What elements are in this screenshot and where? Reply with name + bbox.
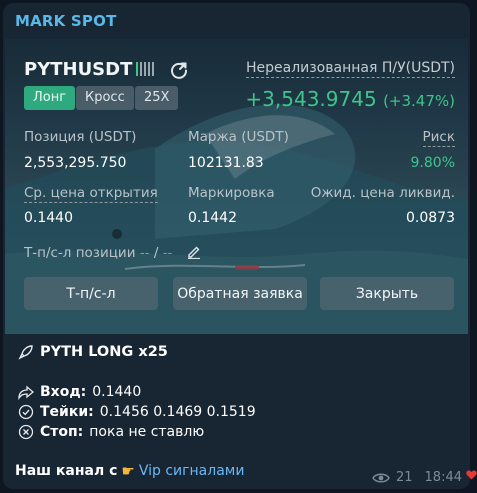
pnl-amount: +3,543.9745 xyxy=(245,87,377,111)
tpsl-status: Т-п/с-л позиции -- / -- xyxy=(24,245,172,261)
takes-label: Тейки: xyxy=(40,404,94,420)
sl-value: -- xyxy=(162,245,173,261)
mark-price-label: Маркировка xyxy=(188,185,275,201)
tp-value: -- xyxy=(139,245,150,261)
tpsl-label: Т-п/с-л позиции xyxy=(24,245,136,261)
reverse-order-button[interactable]: Обратная заявка xyxy=(173,277,307,310)
side-tag: Лонг xyxy=(24,86,76,110)
heart-icon[interactable] xyxy=(466,470,477,480)
message-text: PYTH LONG x25 Вход: 0.1440 Тейки: 0.1456… xyxy=(3,334,470,489)
trading-pair: PYTHUSDT xyxy=(24,59,133,80)
pointing-hand-icon: ☛ xyxy=(121,462,135,480)
pnl-value: +3,543.9745 (+3.47%) xyxy=(245,87,455,111)
mark-price-value: 0.1442 xyxy=(188,210,237,226)
entry-value: 0.1440 xyxy=(92,384,142,400)
size-value: 2,553,295.750 xyxy=(24,155,127,171)
signal-bars-icon xyxy=(136,62,154,76)
x-circle-icon xyxy=(18,424,34,440)
promo-line: Наш канал с ☛ Vip сигналами xyxy=(15,462,244,480)
close-position-button[interactable]: Закрыть xyxy=(320,277,454,310)
stop-value: пока не ставлю xyxy=(89,424,205,440)
rocket-icon xyxy=(18,345,33,360)
edit-icon[interactable] xyxy=(187,245,201,259)
signal-title-text: PYTH LONG x25 xyxy=(40,344,168,360)
margin-label: Маржа (USDT) xyxy=(188,129,289,145)
share-icon[interactable] xyxy=(169,60,189,80)
entry-price-value: 0.1440 xyxy=(24,210,73,226)
takes-line: Тейки: 0.1456 0.1469 0.1519 xyxy=(18,404,256,420)
channel-name[interactable]: MARK SPOT xyxy=(15,12,117,30)
risk-label: Риск xyxy=(422,129,455,147)
entry-price-label: Ср. цена открытия xyxy=(24,185,158,203)
pnl-percent: (+3.47%) xyxy=(383,92,455,110)
leverage-tag: 25X xyxy=(135,86,179,110)
entry-label: Вход: xyxy=(40,384,87,400)
message-meta: 21 18:44 xyxy=(372,470,462,485)
liq-price-value: 0.0873 xyxy=(406,210,455,226)
pnl-label: Нереализованная П/У(USDT) xyxy=(245,60,455,78)
tpsl-button[interactable]: Т-п/с-л xyxy=(24,277,158,310)
margin-mode-tag: Кросс xyxy=(76,86,134,110)
liq-price-label: Ожид. цена ликвид. xyxy=(310,185,455,201)
risk-value: 9.80% xyxy=(410,155,455,171)
takes-value: 0.1456 0.1469 0.1519 xyxy=(99,404,256,420)
promo-text: Наш канал с xyxy=(15,463,118,479)
eye-icon xyxy=(372,473,390,482)
vip-link[interactable]: Vip сигналами xyxy=(139,463,245,479)
tpsl-separator: / xyxy=(153,245,159,261)
entry-line: Вход: 0.1440 xyxy=(18,384,141,400)
forward-icon xyxy=(18,385,34,400)
view-count: 21 xyxy=(395,470,413,485)
stop-label: Стоп: xyxy=(40,424,84,440)
message-bubble: MARK SPOT PYTHUSDT Лонг Кросс 25X Нереал… xyxy=(3,3,470,489)
position-card[interactable]: PYTHUSDT Лонг Кросс 25X Нереализованная … xyxy=(5,39,468,334)
margin-value: 102131.83 xyxy=(188,155,264,171)
size-label: Позиция (USDT) xyxy=(24,129,137,145)
stop-line: Стоп: пока не ставлю xyxy=(18,424,204,440)
message-time: 18:44 xyxy=(424,470,462,485)
check-circle-icon xyxy=(18,404,34,420)
signal-title: PYTH LONG x25 xyxy=(18,344,168,360)
